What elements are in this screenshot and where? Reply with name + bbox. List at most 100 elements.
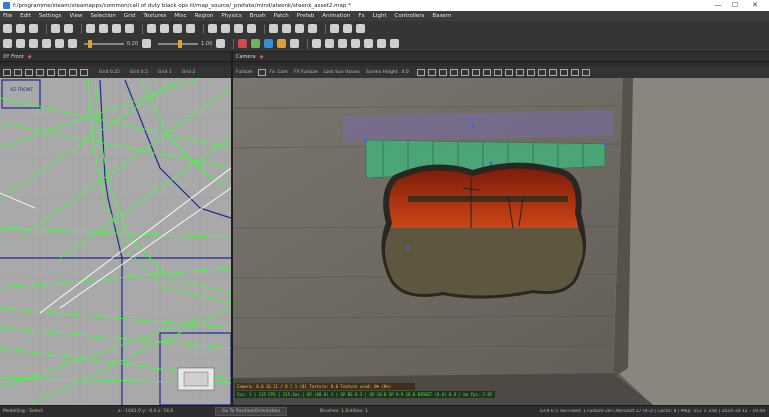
volumes-icon[interactable] <box>515 68 524 76</box>
light-icon[interactable] <box>308 24 317 33</box>
toggle-grid-icon[interactable] <box>356 24 365 33</box>
view-xz-icon[interactable] <box>14 68 22 76</box>
menu-animation[interactable]: Animation <box>322 13 350 19</box>
step-icon[interactable] <box>68 39 77 48</box>
menu-fx[interactable]: Fx <box>358 13 364 19</box>
camera-mode-icon[interactable] <box>258 68 267 76</box>
grid-1-button[interactable]: Grid 1 <box>158 70 172 75</box>
settings-icon[interactable] <box>581 68 590 76</box>
csg-merge-icon[interactable] <box>173 24 182 33</box>
menu-grid[interactable]: Grid <box>124 13 136 19</box>
prefab-browser-icon[interactable] <box>325 39 335 48</box>
menu-basern[interactable]: Basern <box>432 13 451 19</box>
slider-knob[interactable] <box>178 39 183 48</box>
camera-icon[interactable] <box>330 24 339 33</box>
water-icon[interactable] <box>537 68 546 76</box>
goto-position-button[interactable]: Go To Position/Orientation <box>215 407 288 416</box>
menu-edit[interactable]: Edit <box>20 13 31 19</box>
fx-blue-icon[interactable] <box>264 39 274 48</box>
model-browser-icon[interactable] <box>338 39 348 48</box>
menu-controllers[interactable]: Controllers <box>395 13 425 19</box>
paths-icon[interactable] <box>504 68 513 76</box>
menu-brush[interactable]: Brush <box>250 13 266 19</box>
fx-cam-toggle[interactable]: Fx: Cam <box>269 70 287 75</box>
decals-icon[interactable] <box>526 68 535 76</box>
snap-icon[interactable] <box>80 68 88 76</box>
sky-icon[interactable] <box>548 68 557 76</box>
link-icon[interactable] <box>142 39 152 48</box>
menu-file[interactable]: File <box>3 13 12 19</box>
loop-icon[interactable] <box>55 39 64 48</box>
undo-icon[interactable] <box>51 24 60 33</box>
scale-icon[interactable] <box>125 24 134 33</box>
vertex-edit-icon[interactable] <box>208 24 217 33</box>
compile-icon[interactable] <box>390 39 400 48</box>
fullsize-toggle[interactable]: Fullsize <box>236 70 252 75</box>
zoom-in-icon[interactable] <box>36 68 44 76</box>
csg-subtract-icon[interactable] <box>160 24 169 33</box>
light-preview-icon[interactable] <box>416 68 425 76</box>
menu-misc[interactable]: Misc <box>174 13 186 19</box>
fx-green-icon[interactable] <box>251 39 261 48</box>
filter-icon[interactable] <box>343 24 352 33</box>
sun-icon[interactable] <box>290 39 300 48</box>
models-icon[interactable] <box>471 68 480 76</box>
texture-browser-icon[interactable] <box>312 39 322 48</box>
view-xy-icon[interactable] <box>3 68 11 76</box>
fog-icon[interactable] <box>460 68 469 76</box>
play-icon[interactable] <box>29 39 38 48</box>
clipper-icon[interactable] <box>186 24 195 33</box>
menu-prefab[interactable]: Prefab <box>297 13 315 19</box>
center-icon[interactable] <box>58 68 66 76</box>
entities-icon[interactable] <box>482 68 491 76</box>
patch-icon[interactable] <box>282 24 291 33</box>
entity-icon[interactable] <box>269 24 278 33</box>
menu-physics[interactable]: Physics <box>221 13 241 19</box>
record-icon[interactable] <box>42 39 51 48</box>
flip-y-icon[interactable] <box>99 24 108 33</box>
face-edit-icon[interactable] <box>234 24 243 33</box>
grid-05-button[interactable]: Grid 0.5 <box>130 70 148 75</box>
fx-red-icon[interactable] <box>238 39 248 48</box>
lights-icon[interactable] <box>493 68 502 76</box>
sound-browser-icon[interactable] <box>351 39 361 48</box>
fx-orange-icon[interactable] <box>277 39 287 48</box>
volume-slider[interactable] <box>158 39 199 48</box>
rotate-icon[interactable] <box>112 24 121 33</box>
sound-icon[interactable] <box>216 39 226 48</box>
menu-selection[interactable]: Selection <box>91 13 116 19</box>
maximize-button[interactable]: ☐ <box>728 0 742 11</box>
camera-panel-tab[interactable]: Camera <box>236 54 256 60</box>
menu-settings[interactable]: Settings <box>39 13 62 19</box>
pin-icon[interactable]: ◆ <box>260 54 264 60</box>
screen-height-value[interactable]: 4.0 <box>402 70 409 75</box>
redo-icon[interactable] <box>64 24 73 33</box>
menu-light[interactable]: Light <box>373 13 387 19</box>
close-button[interactable]: ✕ <box>748 0 762 11</box>
grid-overlay-icon[interactable] <box>559 68 568 76</box>
slider-knob[interactable] <box>88 39 92 48</box>
grid-025-button[interactable]: Grid 0.25 <box>99 70 120 75</box>
save-icon[interactable] <box>29 24 38 33</box>
camera-viewport[interactable]: Camera: 0.0 16.11 / 0 / 1 (0) Texture: 0… <box>233 78 769 405</box>
xy-panel-tab[interactable]: XY Front <box>3 54 24 60</box>
new-file-icon[interactable] <box>3 24 12 33</box>
texture-lock-icon[interactable] <box>247 24 256 33</box>
fx-browser-icon[interactable] <box>364 39 374 48</box>
fx-fullsize-toggle[interactable]: FX Fullsize <box>294 70 318 75</box>
speed-slider[interactable] <box>84 39 124 48</box>
csg-hollow-icon[interactable] <box>147 24 156 33</box>
lock-sun-toggle[interactable]: Lock Sun Values <box>323 70 359 75</box>
stop-icon[interactable] <box>16 39 25 48</box>
layers-icon[interactable] <box>377 39 387 48</box>
xy-viewport[interactable]: XZ FRONT <box>0 78 231 405</box>
menu-patch[interactable]: Patch <box>274 13 289 19</box>
wireframe-icon[interactable] <box>438 68 447 76</box>
menu-textures[interactable]: Textures <box>143 13 166 19</box>
view-yz-icon[interactable] <box>25 68 33 76</box>
flip-x-icon[interactable] <box>86 24 95 33</box>
snap-camera-icon[interactable] <box>570 68 579 76</box>
grid-icon[interactable] <box>69 68 77 76</box>
menu-view[interactable]: View <box>69 13 82 19</box>
terrain-icon[interactable] <box>295 24 304 33</box>
